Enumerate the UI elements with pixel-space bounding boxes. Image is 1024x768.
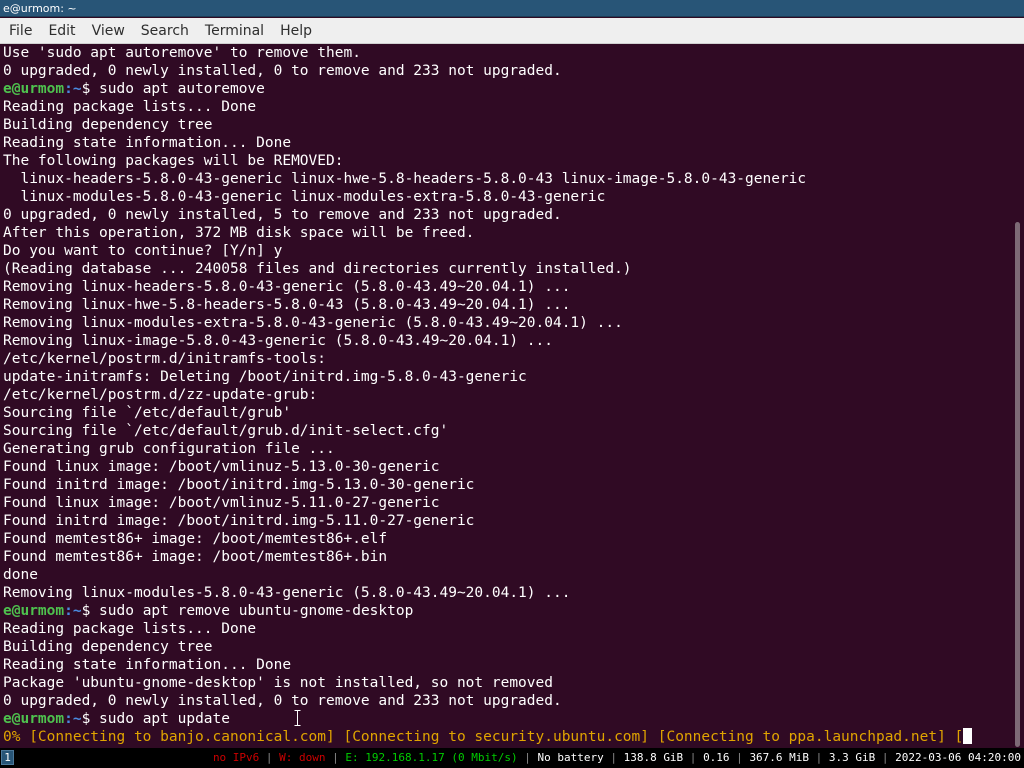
terminal-output-line: Found memtest86+ image: /boot/memtest86+… bbox=[3, 531, 388, 547]
menu-file[interactable]: File bbox=[0, 18, 40, 44]
menu-search[interactable]: Search bbox=[133, 18, 197, 44]
terminal-output-line: Do you want to continue? [Y/n] y bbox=[3, 243, 283, 259]
terminal-output-line: Found initrd image: /boot/initrd.img-5.1… bbox=[3, 477, 475, 493]
prompt-path: :~ bbox=[64, 711, 82, 727]
terminal-output-line: Found linux image: /boot/vmlinuz-5.11.0-… bbox=[3, 495, 440, 511]
terminal-output-line: Sourcing file `/etc/default/grub' bbox=[3, 405, 292, 421]
terminal-output-line: Removing linux-headers-5.8.0-43-generic … bbox=[3, 279, 571, 295]
terminal-output-line: linux-headers-5.8.0-43-generic linux-hwe… bbox=[3, 171, 807, 187]
terminal-output-line: Removing linux-hwe-5.8-headers-5.8.0-43 … bbox=[3, 297, 571, 313]
terminal-output-line: Use 'sudo apt autoremove' to remove them… bbox=[3, 45, 361, 61]
terminal-output-line: Reading package lists... Done bbox=[3, 621, 257, 637]
load-status: 0.16 bbox=[703, 751, 730, 764]
prompt-path: :~ bbox=[64, 81, 82, 97]
mouse-ibeam-icon bbox=[294, 710, 301, 726]
memory-avail-status: 3.3 GiB bbox=[828, 751, 876, 764]
ethernet-status: E: 192.168.1.17 (0 Mbit/s) bbox=[345, 751, 518, 764]
datetime-status: 2022-03-06 04:20:00 bbox=[895, 751, 1021, 764]
prompt-command: sudo apt remove ubuntu-gnome-desktop bbox=[99, 603, 414, 619]
prompt-user-host: e@urmom bbox=[3, 711, 65, 727]
prompt-symbol: $ bbox=[81, 603, 100, 619]
status-separator: | bbox=[603, 751, 624, 764]
terminal-output-line: 0 upgraded, 0 newly installed, 0 to remo… bbox=[3, 693, 562, 709]
status-separator: | bbox=[325, 751, 346, 764]
disk-status: 138.8 GiB bbox=[623, 751, 684, 764]
terminal-prompt-line: e@urmom:~$ sudo apt update bbox=[3, 710, 1012, 728]
terminal-output-line: Building dependency tree bbox=[3, 639, 213, 655]
apt-progress-text: 0% [Connecting to banjo.canonical.com] [… bbox=[3, 729, 964, 745]
terminal-output-line: Found memtest86+ image: /boot/memtest86+… bbox=[3, 549, 388, 565]
terminal-output-line: Removing linux-modules-extra-5.8.0-43-ge… bbox=[3, 315, 623, 331]
terminal-output-line: Reading package lists... Done bbox=[3, 99, 257, 115]
status-separator: | bbox=[683, 751, 704, 764]
terminal-output-line: Found linux image: /boot/vmlinuz-5.13.0-… bbox=[3, 459, 440, 475]
terminal-output-line: Building dependency tree bbox=[3, 117, 213, 133]
workspace-button-1[interactable]: 1 bbox=[1, 750, 14, 765]
prompt-command: sudo apt update bbox=[99, 711, 230, 727]
apt-progress-line: 0% [Connecting to banjo.canonical.com] [… bbox=[3, 728, 1012, 746]
ipv6-status: no IPv6 bbox=[212, 751, 260, 764]
menu-bar: File Edit View Search Terminal Help bbox=[0, 18, 1024, 44]
terminal-output-line: Package 'ubuntu-gnome-desktop' is not in… bbox=[3, 675, 553, 691]
terminal-prompt-line: e@urmom:~$ sudo apt remove ubuntu-gnome-… bbox=[3, 602, 1012, 620]
status-separator: | bbox=[809, 751, 829, 764]
status-bar: 1 no IPv6 | W: down | E: 192.168.1.17 (0… bbox=[0, 748, 1024, 768]
terminal-scrollbar[interactable] bbox=[1012, 44, 1024, 747]
menu-terminal[interactable]: Terminal bbox=[197, 18, 272, 44]
terminal-output-line: Sourcing file `/etc/default/grub.d/init-… bbox=[3, 423, 449, 439]
status-separator: | bbox=[259, 751, 280, 764]
status-separator: | bbox=[729, 751, 750, 764]
terminal-cursor bbox=[963, 728, 973, 744]
scrollbar-thumb[interactable] bbox=[1015, 222, 1020, 747]
terminal-output-line: (Reading database ... 240058 files and d… bbox=[3, 261, 632, 277]
terminal-output-line: Reading state information... Done bbox=[3, 657, 292, 673]
prompt-symbol: $ bbox=[81, 81, 100, 97]
memory-used-status: 367.6 MiB bbox=[749, 751, 810, 764]
status-items: no IPv6 | W: down | E: 192.168.1.17 (0 M… bbox=[213, 748, 1021, 768]
terminal-output-line: Generating grub configuration file ... bbox=[3, 441, 335, 457]
prompt-path: :~ bbox=[64, 603, 82, 619]
prompt-command: sudo apt autoremove bbox=[99, 81, 265, 97]
terminal-output[interactable]: Use 'sudo apt autoremove' to remove them… bbox=[0, 44, 1012, 747]
prompt-user-host: e@urmom bbox=[3, 81, 65, 97]
status-separator: | bbox=[875, 751, 896, 764]
prompt-user-host: e@urmom bbox=[3, 603, 65, 619]
terminal-output-line: The following packages will be REMOVED: bbox=[3, 153, 344, 169]
battery-status: No battery bbox=[537, 751, 604, 764]
terminal-output-line: Removing linux-image-5.8.0-43-generic (5… bbox=[3, 333, 553, 349]
terminal-output-line: 0 upgraded, 0 newly installed, 5 to remo… bbox=[3, 207, 562, 223]
terminal-output-line: Reading state information... Done bbox=[3, 135, 292, 151]
status-separator: | bbox=[517, 751, 538, 764]
terminal-output-line: /etc/kernel/postrm.d/zz-update-grub: bbox=[3, 387, 318, 403]
menu-view[interactable]: View bbox=[84, 18, 133, 44]
prompt-symbol: $ bbox=[81, 711, 100, 727]
terminal-output-line: After this operation, 372 MB disk space … bbox=[3, 225, 475, 241]
terminal-output-line: Removing linux-modules-5.8.0-43-generic … bbox=[3, 585, 571, 601]
wireless-status: W: down bbox=[279, 751, 326, 764]
terminal-output-line: linux-modules-5.8.0-43-generic linux-mod… bbox=[3, 189, 606, 205]
terminal-output-line: /etc/kernel/postrm.d/initramfs-tools: bbox=[3, 351, 327, 367]
terminal-output-line: Found initrd image: /boot/initrd.img-5.1… bbox=[3, 513, 475, 529]
window-title: e@urmom: ~ bbox=[0, 0, 1024, 17]
terminal-window: e@urmom: ~ File Edit View Search Termina… bbox=[0, 0, 1024, 768]
menu-help[interactable]: Help bbox=[272, 18, 320, 44]
terminal-output-line: 0 upgraded, 0 newly installed, 0 to remo… bbox=[3, 63, 562, 79]
terminal-prompt-line: e@urmom:~$ sudo apt autoremove bbox=[3, 80, 1012, 98]
terminal-output-line: update-initramfs: Deleting /boot/initrd.… bbox=[3, 369, 527, 385]
terminal-output-line: done bbox=[3, 567, 38, 583]
menu-edit[interactable]: Edit bbox=[40, 18, 83, 44]
